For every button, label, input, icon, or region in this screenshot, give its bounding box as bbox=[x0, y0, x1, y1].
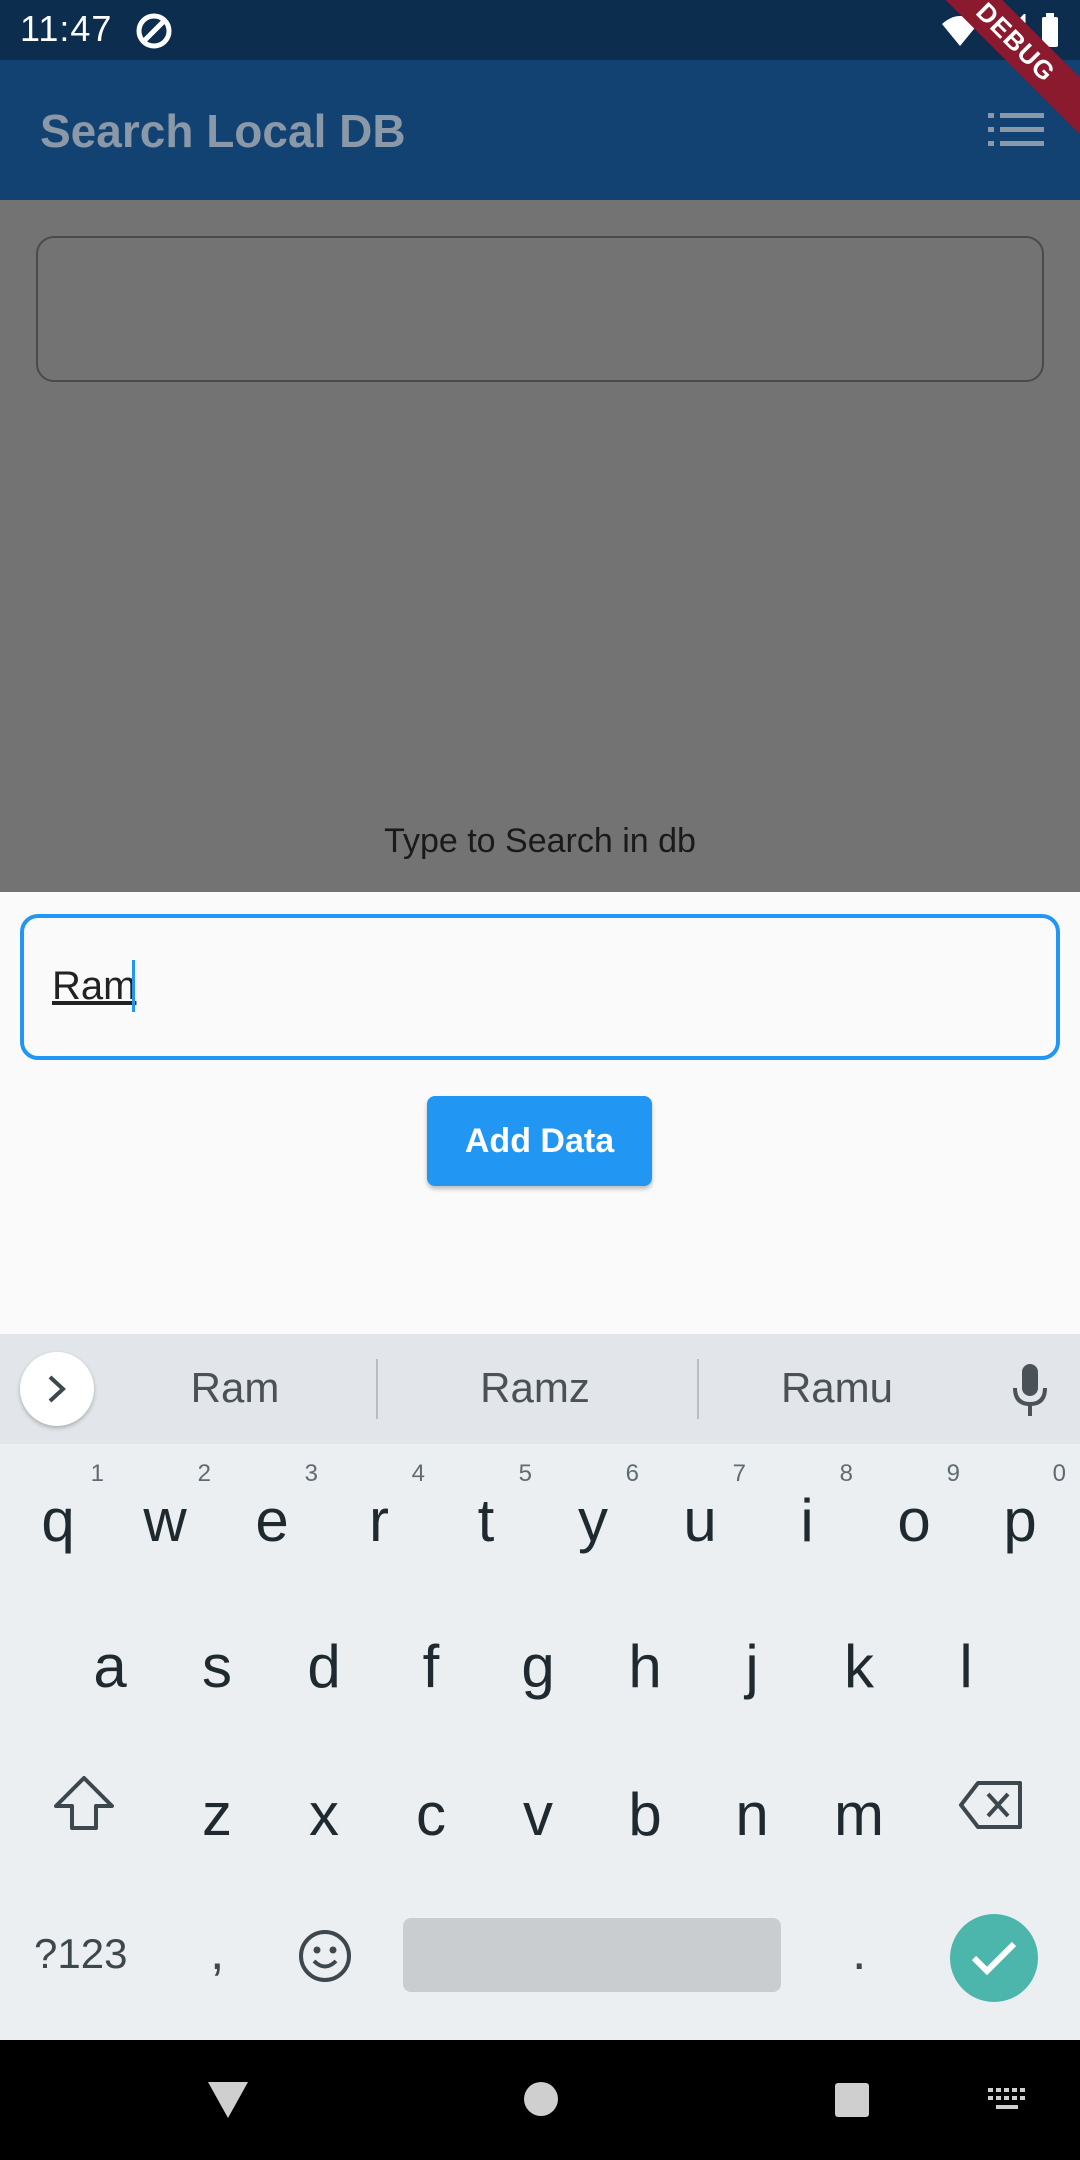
key-b[interactable]: b bbox=[595, 1748, 695, 1878]
key-x[interactable]: x bbox=[274, 1748, 374, 1878]
key-n[interactable]: n bbox=[702, 1748, 802, 1878]
key-d[interactable]: d bbox=[274, 1600, 374, 1730]
suggestion-divider bbox=[697, 1359, 699, 1419]
status-bar: 11:47 bbox=[0, 0, 1080, 60]
add-data-button[interactable]: Add Data bbox=[427, 1096, 652, 1186]
key-e[interactable]: e3 bbox=[222, 1454, 322, 1584]
name-input[interactable]: Ram bbox=[20, 914, 1060, 1060]
key-g[interactable]: g bbox=[488, 1600, 588, 1730]
text-caret bbox=[132, 960, 135, 1012]
key-s[interactable]: s bbox=[167, 1600, 267, 1730]
suggestion-3[interactable]: Ramu bbox=[707, 1364, 967, 1412]
shift-icon bbox=[54, 1776, 114, 1830]
key-c[interactable]: c bbox=[381, 1748, 481, 1878]
key-a[interactable]: a bbox=[60, 1600, 160, 1730]
recents-icon[interactable] bbox=[834, 2082, 870, 2118]
backspace-key[interactable] bbox=[958, 1780, 1028, 1832]
suggestion-1[interactable]: Ram bbox=[105, 1364, 365, 1412]
key-q[interactable]: q1 bbox=[8, 1454, 108, 1584]
key-p[interactable]: p0 bbox=[970, 1454, 1070, 1584]
done-key[interactable] bbox=[950, 1914, 1038, 2002]
key-r[interactable]: r4 bbox=[329, 1454, 429, 1584]
key-k[interactable]: k bbox=[809, 1600, 909, 1730]
navigation-bar bbox=[0, 2040, 1080, 2160]
app-title: Search Local DB bbox=[40, 105, 406, 157]
chevron-right-icon bbox=[48, 1375, 66, 1403]
add-data-sheet: Ram Add Data bbox=[0, 892, 1080, 1334]
app-bar: Search Local DB bbox=[0, 60, 1080, 200]
key-m[interactable]: m bbox=[809, 1748, 909, 1878]
emoji-icon bbox=[299, 1930, 351, 1982]
search-hint: Type to Search in db bbox=[384, 822, 696, 860]
key-z[interactable]: z bbox=[167, 1748, 267, 1878]
suggestion-strip: Ram Ramz Ramu bbox=[0, 1334, 1080, 1444]
backspace-icon bbox=[959, 1781, 1022, 1829]
expand-suggestions-button[interactable] bbox=[20, 1352, 94, 1426]
home-icon[interactable] bbox=[522, 2080, 560, 2118]
key-i[interactable]: i8 bbox=[757, 1454, 857, 1584]
shift-key[interactable] bbox=[52, 1774, 124, 1834]
microphone-icon[interactable] bbox=[1010, 1362, 1050, 1418]
search-field bbox=[36, 236, 1044, 382]
key-h[interactable]: h bbox=[595, 1600, 695, 1730]
key-j[interactable]: j bbox=[702, 1600, 802, 1730]
list-icon[interactable] bbox=[988, 110, 1044, 150]
name-input-value: Ram bbox=[52, 964, 137, 1008]
suggestion-divider bbox=[376, 1359, 378, 1419]
key-l[interactable]: l bbox=[916, 1600, 1016, 1730]
keyboard-switcher-icon[interactable] bbox=[988, 2088, 1028, 2114]
modal-barrier[interactable]: Type to Search in db bbox=[0, 200, 1080, 892]
symbols-key[interactable]: ?123 bbox=[34, 1930, 127, 1978]
period-key[interactable]: . bbox=[852, 1922, 866, 1982]
key-u[interactable]: u7 bbox=[650, 1454, 750, 1584]
key-v[interactable]: v bbox=[488, 1748, 588, 1878]
key-y[interactable]: y6 bbox=[543, 1454, 643, 1584]
emoji-key[interactable] bbox=[297, 1928, 353, 1984]
key-w[interactable]: w2 bbox=[115, 1454, 215, 1584]
back-icon[interactable] bbox=[206, 2080, 250, 2120]
space-key[interactable] bbox=[403, 1918, 781, 1992]
check-icon bbox=[971, 1941, 1017, 1976]
key-f[interactable]: f bbox=[381, 1600, 481, 1730]
key-o[interactable]: o9 bbox=[864, 1454, 964, 1584]
soft-keyboard: Ram Ramz Ramu q1 w2 e3 r4 t5 y6 u7 i8 o9… bbox=[0, 1334, 1080, 2040]
suggestion-2[interactable]: Ramz bbox=[405, 1364, 665, 1412]
accessibility-service-icon bbox=[136, 13, 172, 49]
key-t[interactable]: t5 bbox=[436, 1454, 536, 1584]
status-time: 11:47 bbox=[20, 8, 113, 49]
comma-key[interactable]: , bbox=[210, 1922, 224, 1982]
